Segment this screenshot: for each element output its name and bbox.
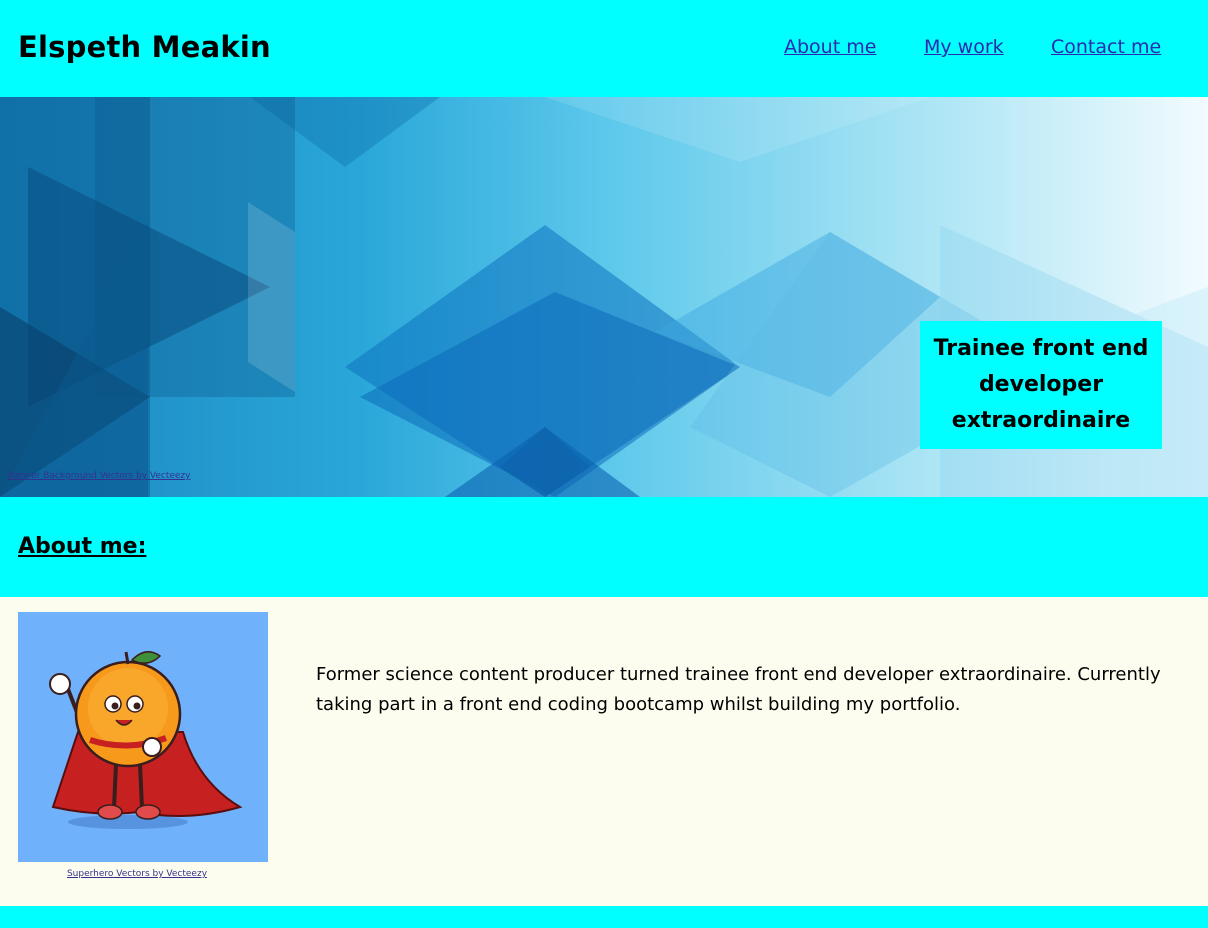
site-title: Elspeth Meakin [18,30,271,64]
tagline-box: Trainee front end developer extraordinai… [920,321,1162,449]
about-section-header: About me: [0,497,1208,597]
site-header: Elspeth Meakin About me My work Contact … [0,0,1208,97]
hero-banner: Banner Background Vectors by Vecteezy Tr… [0,97,1208,497]
orange-superhero-icon [49,651,243,829]
nav-about-me[interactable]: About me [784,35,876,59]
about-heading: About me: [18,534,147,559]
about-section: Superhero Vectors by Vecteezy Former sci… [0,597,1208,906]
nav-contact-me[interactable]: Contact me [1051,35,1161,59]
footer-band [0,906,1208,928]
nav-my-work[interactable]: My work [924,35,1004,59]
image-credit-link[interactable]: Superhero Vectors by Vecteezy [18,869,256,879]
tagline: Trainee front end developer extraordinai… [933,336,1149,433]
bio-text: Former science content producer turned t… [316,664,1161,715]
superhero-orange-illustration [18,612,268,862]
banner-credit-link[interactable]: Banner Background Vectors by Vecteezy [8,471,190,481]
